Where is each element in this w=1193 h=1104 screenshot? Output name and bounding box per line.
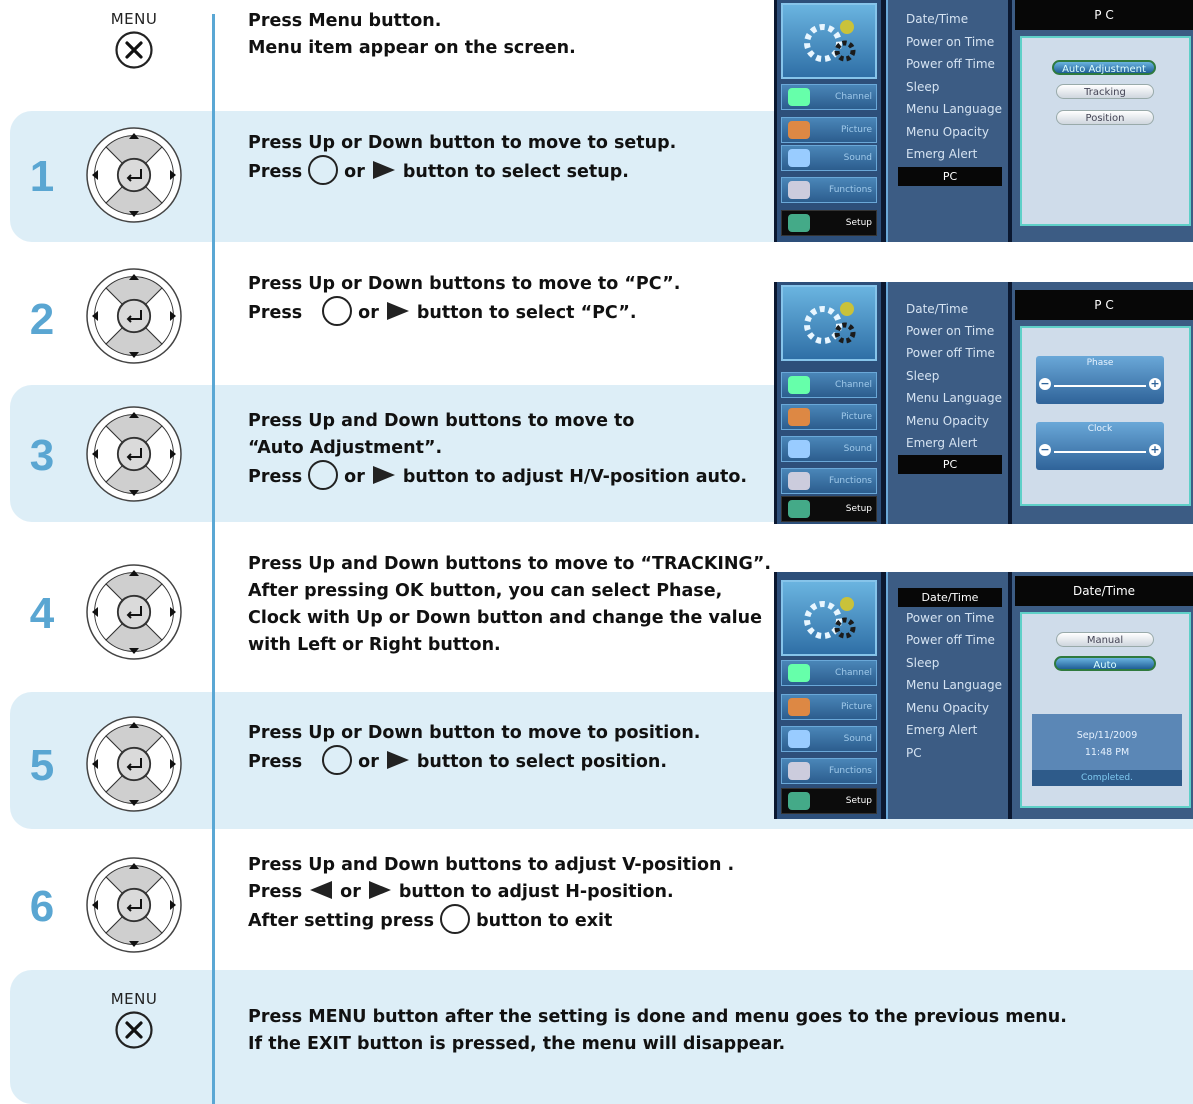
step2-text: Press Up or Down buttons to move to “PC”…: [248, 271, 680, 328]
osd-category-sound: Sound: [781, 436, 877, 462]
step4-text: Press Up and Down buttons to move to “TR…: [248, 554, 772, 655]
osd-screenshot-datetime: Channel Picture Sound Functions Setup Da…: [774, 572, 1193, 819]
vertical-rule: [212, 14, 215, 1104]
direction-pad-icon: [86, 857, 182, 953]
osd-pc-panel: P C Auto Adjustment Tracking Position: [1012, 0, 1193, 242]
intro-text: Press Menu button. Menu item appear on t…: [248, 11, 576, 58]
clock-slider: Clock − +: [1036, 422, 1164, 470]
direction-pad-icon: [86, 564, 182, 660]
step-number: 4: [29, 589, 55, 638]
osd-category-setup: Setup: [781, 210, 877, 236]
right-arrow-icon: [368, 881, 391, 899]
right-arrow-icon: [386, 751, 409, 769]
osd-setup-list: Date/Time Power on Time Power off Time S…: [886, 282, 1008, 524]
menu-button-icon: MENU: [101, 990, 167, 1050]
step-number: 3: [29, 431, 55, 480]
datetime-readout: Sep/11/2009 11:48 PM Completed.: [1032, 714, 1182, 786]
menu-button-icon: MENU: [101, 10, 167, 70]
osd-setup-list: Date/Time Power on Time Power off Time S…: [886, 572, 1008, 819]
phase-slider: Phase − +: [1036, 356, 1164, 404]
enter-button-icon: [322, 745, 353, 775]
step5-text: Press Up or Down button to move to posit…: [248, 720, 700, 777]
osd-category-column: Channel Picture Sound Functions Setup: [777, 572, 881, 819]
direction-pad-icon: [86, 716, 182, 812]
osd-tracking-panel: P C Phase − + Clock − +: [1012, 282, 1193, 524]
enter-button-icon: [322, 296, 353, 326]
osd-setup-list: Date/Time Power on Time Power off Time S…: [886, 0, 1008, 242]
step-number: 6: [29, 882, 55, 931]
osd-category-channel: Channel: [781, 84, 877, 110]
right-arrow-icon: [372, 161, 395, 179]
enter-button-icon: [440, 904, 471, 934]
osd-category-sound: Sound: [781, 145, 877, 171]
final-text: Press MENU button after the setting is d…: [248, 1007, 1067, 1054]
osd-category-picture: Picture: [781, 117, 877, 143]
right-arrow-icon: [372, 466, 395, 484]
osd-screenshot-tracking: Channel Picture Sound Functions Setup Da…: [774, 282, 1193, 524]
osd-category-column: Channel Picture Sound Functions Setup: [777, 282, 881, 524]
right-arrow-icon: [386, 302, 409, 320]
osd-category-channel: Channel: [781, 372, 877, 398]
osd-datetime-panel: Date/Time Manual Auto Sep/11/2009 11:48 …: [1012, 572, 1193, 819]
step-number: 5: [29, 741, 55, 790]
setup-gear-icon: [781, 3, 877, 79]
osd-category-channel: Channel: [781, 660, 877, 686]
direction-pad-icon: [86, 406, 182, 502]
direction-pad-icon: [86, 268, 182, 364]
osd-category-column: Channel Picture Sound Functions Setup: [777, 0, 881, 242]
osd-category-picture: Picture: [781, 404, 877, 430]
osd-category-functions: Functions: [781, 177, 877, 203]
osd-screenshot-pc-menu: Channel Picture Sound Functions Setup Da…: [774, 0, 1193, 242]
step6-text: Press Up and Down buttons to adjust V-po…: [248, 852, 734, 936]
osd-category-functions: Functions: [781, 468, 877, 494]
left-arrow-icon: [310, 881, 333, 899]
direction-pad-icon: [86, 127, 182, 223]
setup-gear-icon: [781, 580, 877, 656]
step-number: 1: [29, 152, 55, 201]
osd-category-functions: Functions: [781, 758, 877, 784]
setup-gear-icon: [781, 285, 877, 361]
enter-button-icon: [308, 155, 339, 185]
step-number: 2: [29, 295, 55, 344]
osd-category-setup: Setup: [781, 496, 877, 522]
enter-button-icon: [308, 460, 339, 490]
osd-category-picture: Picture: [781, 694, 877, 720]
step3-text: Press Up and Down buttons to move to “Au…: [248, 408, 747, 492]
step1-text: Press Up or Down button to move to setup…: [248, 130, 676, 187]
osd-category-setup: Setup: [781, 788, 877, 814]
osd-category-sound: Sound: [781, 726, 877, 752]
